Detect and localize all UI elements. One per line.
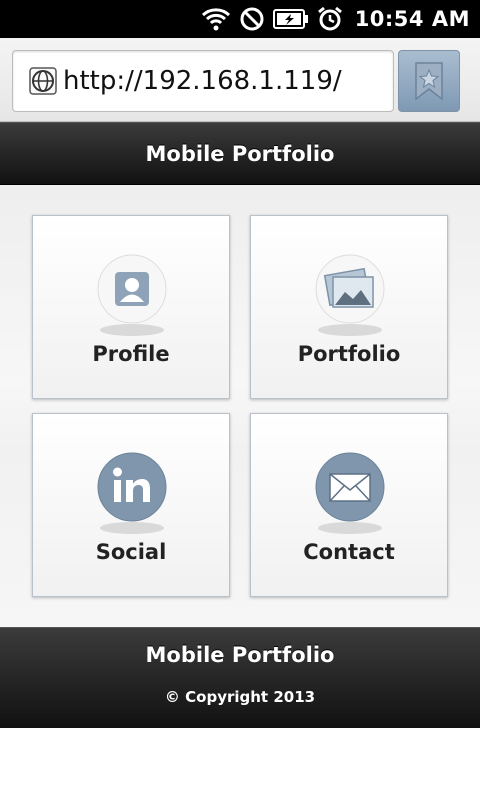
footer-title: Mobile Portfolio xyxy=(145,643,335,667)
footer-copyright: © Copyright 2013 xyxy=(164,688,316,706)
browser-address-bar: http://192.168.1.119/ xyxy=(0,38,480,122)
contact-tile[interactable]: Contact xyxy=(250,413,448,597)
page-title: Mobile Portfolio xyxy=(145,141,335,166)
url-text: http://192.168.1.119/ xyxy=(63,66,342,96)
status-bar: 10:54 AM xyxy=(0,0,480,38)
globe-icon xyxy=(29,67,57,95)
bookmark-star-icon xyxy=(412,61,446,101)
profile-tile[interactable]: Profile xyxy=(32,215,230,399)
battery-charging-icon xyxy=(272,8,309,30)
contact-label: Contact xyxy=(303,540,395,564)
wifi-icon xyxy=(201,6,231,32)
page-header: Mobile Portfolio xyxy=(0,122,480,185)
alarm-icon xyxy=(317,6,343,32)
envelope-icon xyxy=(313,450,387,536)
portfolio-label: Portfolio xyxy=(297,342,401,366)
url-field[interactable]: http://192.168.1.119/ xyxy=(12,50,394,112)
portfolio-tile[interactable]: Portfolio xyxy=(250,215,448,399)
profile-label: Profile xyxy=(92,342,170,366)
page-footer: Mobile Portfolio © Copyright 2013 xyxy=(0,627,480,728)
status-time: 10:54 AM xyxy=(354,7,470,31)
silent-mode-icon xyxy=(239,6,265,32)
linkedin-icon xyxy=(95,450,169,536)
profile-icon xyxy=(95,252,169,338)
photos-icon xyxy=(313,252,387,338)
social-label: Social xyxy=(95,540,167,564)
tile-grid: Profile Portfolio Social Contact xyxy=(0,185,480,627)
bookmark-button[interactable] xyxy=(398,50,460,112)
social-tile[interactable]: Social xyxy=(32,413,230,597)
